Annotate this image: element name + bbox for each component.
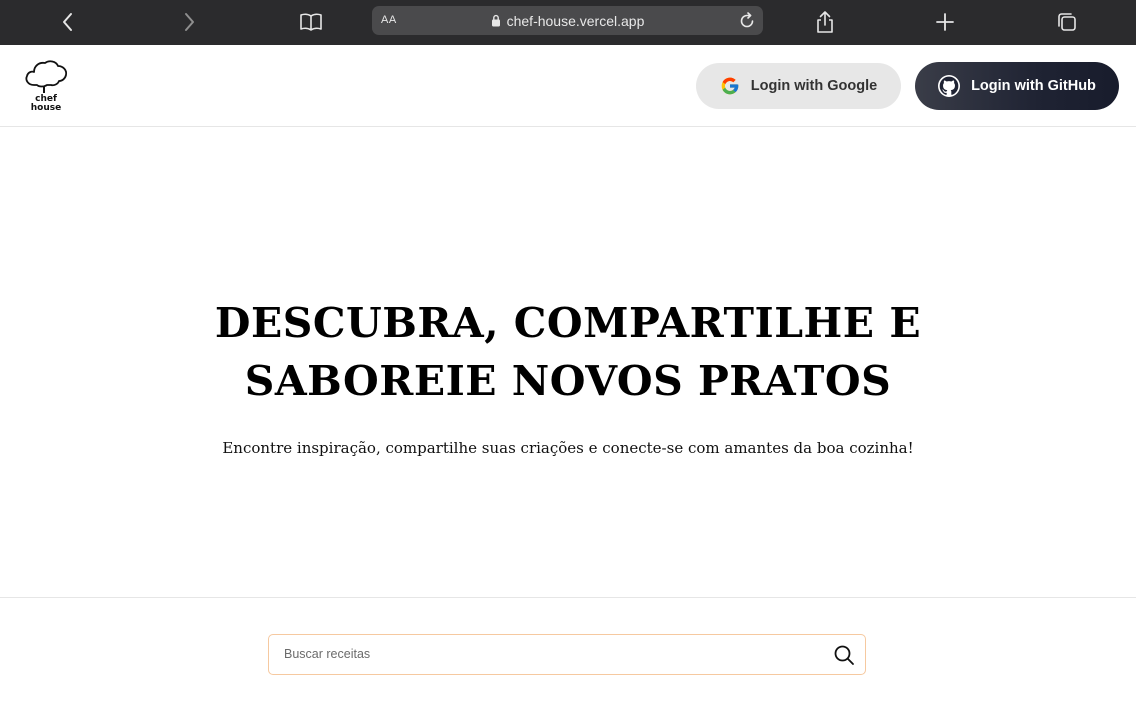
login-github-label: Login with GitHub — [971, 78, 1096, 94]
login-github-button[interactable]: Login with GitHub — [915, 62, 1119, 110]
site-header: chef house Login with Google Login with … — [0, 45, 1136, 127]
forward-button[interactable] — [174, 8, 204, 36]
new-tab-button[interactable] — [930, 8, 960, 36]
lock-icon — [491, 14, 500, 27]
new-tab-icon — [936, 13, 954, 31]
login-google-label: Login with Google — [750, 78, 878, 94]
chef-hat-logo — [25, 60, 68, 93]
recipe-search — [268, 634, 866, 675]
hero-section: DESCUBRA, COMPARTILHE E SABOREIE NOVOS P… — [0, 128, 1136, 598]
hero-title-line1: DESCUBRA, COMPARTILHE E — [214, 299, 922, 347]
logo-wordmark: chef house — [24, 95, 68, 113]
share-button[interactable] — [810, 8, 840, 36]
login-google-button[interactable]: Login with Google — [696, 63, 901, 109]
google-icon — [721, 77, 739, 95]
hero-title-line2: SABOREIE NOVOS PRATOS — [244, 357, 892, 405]
search-input[interactable] — [269, 635, 829, 673]
tabs-button[interactable] — [1052, 8, 1082, 36]
url-display[interactable]: chef-house.vercel.app — [372, 6, 763, 35]
logo-line-house: house — [30, 103, 62, 113]
back-button[interactable] — [53, 8, 83, 36]
bookmarks-icon — [300, 13, 322, 31]
hero-title: DESCUBRA, COMPARTILHE E SABOREIE NOVOS P… — [0, 294, 1136, 410]
address-bar[interactable]: AA chef-house.vercel.app — [372, 6, 763, 35]
tabs-icon — [1058, 13, 1076, 31]
reload-icon[interactable] — [738, 12, 756, 30]
share-icon — [817, 11, 833, 33]
github-icon — [938, 75, 961, 97]
search-icon[interactable] — [833, 644, 855, 666]
forward-icon — [185, 13, 194, 31]
bookmarks-button[interactable] — [296, 8, 326, 36]
browser-toolbar: AA chef-house.vercel.app — [0, 0, 1136, 45]
chef-house-logo[interactable]: chef house — [24, 59, 70, 117]
url-text: chef-house.vercel.app — [506, 12, 645, 29]
back-icon — [63, 13, 72, 31]
hero-subtitle: Encontre inspiração, compartilhe suas cr… — [222, 439, 914, 457]
